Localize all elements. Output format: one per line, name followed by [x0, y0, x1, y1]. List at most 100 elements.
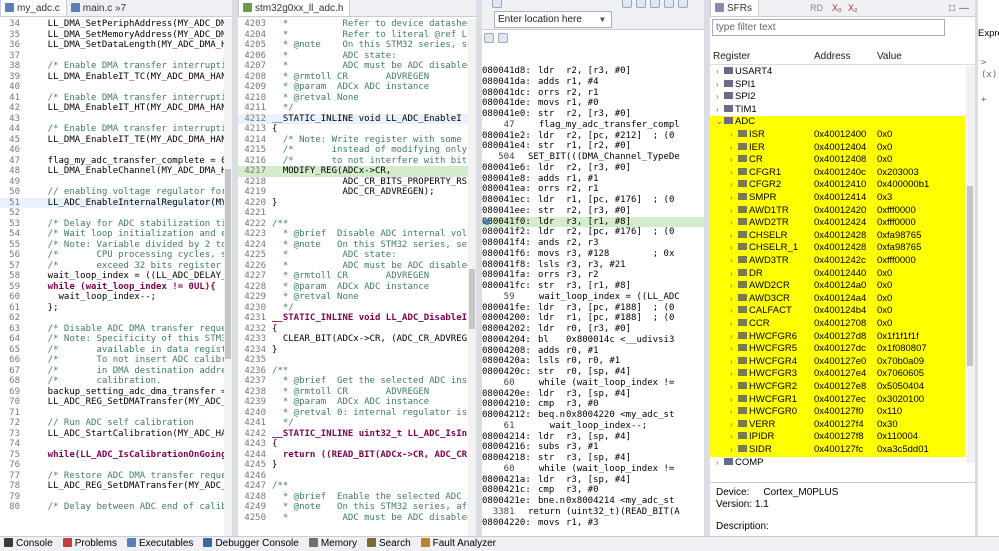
line-number[interactable]: 4242 — [238, 429, 272, 440]
chevron-right-icon[interactable]: › — [730, 205, 738, 218]
view-tab-search[interactable]: Search — [363, 537, 417, 551]
chevron-right-icon[interactable]: › — [730, 255, 738, 268]
asm-line[interactable]: 080041f2: ldr r2, [pc, #176] ; (0 — [482, 227, 704, 238]
line-number[interactable]: 40 — [0, 82, 26, 93]
sfr-register-row[interactable]: › HWCFGR4 0x400127e0 0x70b0a09 — [710, 355, 965, 369]
line-number[interactable]: 74 — [0, 439, 26, 450]
code-line[interactable]: 75 while(LL_ADC_IsCalibrationOnGoing — [0, 450, 232, 461]
sfr-value[interactable]: 0x5050404 — [877, 381, 957, 394]
code-line[interactable]: 4203 * Refer to device datashee — [238, 19, 476, 30]
chevron-right-icon[interactable]: › — [730, 394, 738, 407]
sfr-register-row[interactable]: › CCR 0x40012708 0x0 — [710, 318, 965, 331]
asm-line[interactable]: 080041f8: lsls r3, r3, #21 — [482, 260, 704, 271]
line-number[interactable]: 48 — [0, 166, 26, 177]
location-dropdown-icon[interactable]: ▼ — [600, 15, 605, 24]
code-line[interactable]: 4233 CLEAR_BIT(ADCx->CR, (ADC_CR_ADVREG — [238, 334, 476, 345]
sfr-register-row[interactable]: › HWCFGR3 0x400127e4 0x7060605 — [710, 368, 965, 381]
code-line[interactable]: 4248 * @brief Enable the selected ADC — [238, 492, 476, 503]
code-line[interactable]: 4236/** — [238, 366, 476, 377]
sfr-register-row[interactable]: › HWCFGR5 0x400127dc 0x1f080807 — [710, 343, 965, 356]
maximize-icon[interactable]: □ — [949, 0, 955, 16]
line-number[interactable]: 80 — [0, 502, 26, 513]
code-line[interactable]: 39 LL_DMA_EnableIT_TC(MY_ADC_DMA_HAN — [0, 72, 232, 83]
code-line[interactable]: 4205 * @note On this STM32 series, se — [238, 40, 476, 51]
code-line[interactable]: 52 — [0, 208, 232, 219]
line-number[interactable]: 4207 — [238, 61, 272, 72]
sfr-register-row[interactable]: › HWCFGR6 0x400127d8 0x1f1f1f1f — [710, 330, 965, 344]
code-line[interactable]: 78 LL_ADC_REG_SetDMATransfer(MY_ADC_ — [0, 481, 232, 492]
code-line[interactable]: 67 /* in DMA destination addre — [0, 366, 232, 377]
sfr-peripheral-row[interactable]: › TIM1 — [710, 104, 965, 117]
code-line[interactable]: 4234} — [238, 345, 476, 356]
line-number[interactable]: 42 — [0, 103, 26, 114]
sfr-peripheral-row[interactable]: › COMP — [710, 457, 965, 470]
code-line[interactable]: 4211 */ — [238, 103, 476, 114]
asm-line[interactable]: 080041f0: ldr r3, [r1, #8] — [482, 216, 704, 228]
sfr-filter-input[interactable]: type filter text — [712, 19, 945, 36]
line-number[interactable]: 71 — [0, 408, 26, 419]
line-number[interactable]: 4227 — [238, 271, 272, 282]
sfr-register-row[interactable]: › HWCFGR0 0x400127f0 0x110 — [710, 406, 965, 419]
code-line[interactable]: 44 /* Enable DMA transfer interrupti — [0, 124, 232, 135]
asm-line[interactable]: 08004212: beq.n0x8004220 <my_adc_st — [482, 410, 704, 421]
code-line[interactable]: 47 flag_my_adc_transfer_complete = 0 — [0, 156, 232, 167]
line-number[interactable]: 4220 — [238, 198, 272, 209]
line-number[interactable]: 4224 — [238, 240, 272, 251]
view-tab-fault-analyzer[interactable]: Fault Analyzer — [417, 537, 502, 551]
code-line[interactable]: 4212 __STATIC_INLINE void LL_ADC_EnableI — [238, 113, 476, 124]
line-number[interactable]: 51 — [0, 198, 26, 209]
code-line[interactable]: 4218 ADC_CR_BITS_PROPERTY_RS — [238, 177, 476, 188]
sfr-value[interactable]: 0x0 — [877, 268, 957, 281]
sfr-value[interactable]: 0x0 — [877, 305, 957, 318]
chevron-right-icon[interactable]: › — [716, 457, 724, 470]
code-line[interactable]: 37 — [0, 51, 232, 62]
sfr-register-row[interactable]: › SMPR 0x40012414 0x3 — [710, 192, 965, 205]
code-line[interactable]: 4219 ADC_CR_ADVREGEN); — [238, 187, 476, 198]
asm-line[interactable]: 0800420a: lsls r0, r0, #1 — [482, 356, 704, 367]
chevron-right-icon[interactable]: › — [730, 419, 738, 432]
code-line[interactable]: 4220} — [238, 198, 476, 209]
line-number[interactable]: 49 — [0, 177, 26, 188]
line-number[interactable]: 62 — [0, 313, 26, 324]
line-number[interactable]: 4243 — [238, 439, 272, 450]
code-line[interactable]: 4224 * @note On this STM32 series, se — [238, 240, 476, 251]
line-number[interactable]: 4205 — [238, 40, 272, 51]
code-line[interactable]: 4231 __STATIC_INLINE void LL_ADC_DisableI — [238, 313, 476, 324]
line-number[interactable]: 59 — [0, 282, 26, 293]
sfr-value[interactable]: 0x3020100 — [877, 394, 957, 407]
line-number[interactable]: 4229 — [238, 292, 272, 303]
code-line[interactable]: 66 /* To not insert ADC calibr — [0, 355, 232, 366]
line-number[interactable]: 4225 — [238, 250, 272, 261]
code-line[interactable]: 4239 * @param ADCx ADC instance — [238, 397, 476, 408]
code-line[interactable]: 4208 * @rmtoll CR ADVREGEN — [238, 72, 476, 83]
code-line[interactable]: 62 — [0, 313, 232, 324]
sfr-register-row[interactable]: › DR 0x40012440 0x0 — [710, 267, 965, 281]
col-register[interactable]: Register — [713, 49, 750, 65]
tab-ll-adc-h[interactable]: stm32g0xx_ll_adc.h — [238, 0, 351, 16]
scrollbar[interactable] — [966, 66, 975, 463]
line-number[interactable]: 61 — [0, 303, 26, 314]
code-line[interactable]: 4225 * ADC state: — [238, 250, 476, 261]
sfr-register-row[interactable]: › ISR 0x40012400 0x0 — [710, 129, 965, 142]
code-line[interactable]: 49 — [0, 177, 232, 188]
sfr-value[interactable]: 0x110 — [877, 406, 957, 419]
line-number[interactable]: 69 — [0, 387, 26, 398]
line-number[interactable]: 4221 — [238, 208, 272, 219]
sfr-register-row[interactable]: › IPIDR 0x400127f8 0x110004 — [710, 431, 965, 444]
code-line[interactable]: 64 /* Note: Specificity of this STM3 — [0, 334, 232, 345]
code-line[interactable]: 45 LL_DMA_EnableIT_TE(MY_ADC_DMA_HAN — [0, 135, 232, 146]
code-line[interactable]: 46 — [0, 145, 232, 156]
sfr-register-row[interactable]: › AWD1TR 0x40012420 0xfff0000 — [710, 204, 965, 218]
sfr-value[interactable]: 0x1f080807 — [877, 343, 957, 356]
line-number[interactable]: 4241 — [238, 418, 272, 429]
source-line[interactable]: 47 flag_my_adc_transfer_compl — [482, 120, 704, 131]
chevron-right-icon[interactable]: › — [730, 368, 738, 381]
asm-line[interactable]: 080041ee: str r2, [r3, #0] — [482, 206, 704, 217]
line-number[interactable]: 4214 — [238, 135, 272, 146]
code-line[interactable]: 4247/** — [238, 481, 476, 492]
code-line[interactable]: 72 // Run ADC self calibration — [0, 418, 232, 429]
chevron-right-icon[interactable]: › — [730, 318, 738, 331]
asm-line[interactable]: 080041fa: orrs r3, r2 — [482, 270, 704, 281]
copy-icon[interactable] — [498, 33, 508, 43]
chevron-right-icon[interactable]: › — [716, 104, 724, 117]
